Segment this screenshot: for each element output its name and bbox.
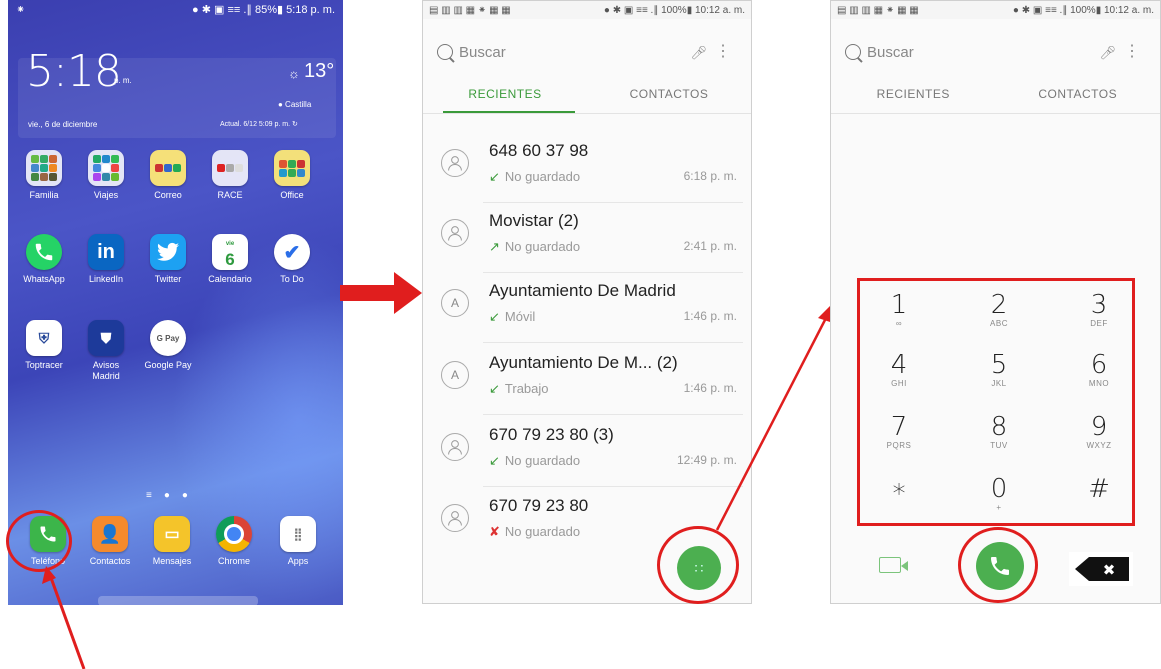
arrow-fab-to-keypad-head [818, 306, 830, 322]
arrow-shaft-home-to-recents [340, 285, 396, 301]
arrow-head-home-to-recents [394, 272, 422, 314]
arrow-phone-app-pointer [48, 574, 86, 669]
arrow-fab-to-keypad [715, 317, 828, 531]
annotation-arrows [42, 272, 830, 669]
arrow-phone-app-head [42, 566, 56, 584]
